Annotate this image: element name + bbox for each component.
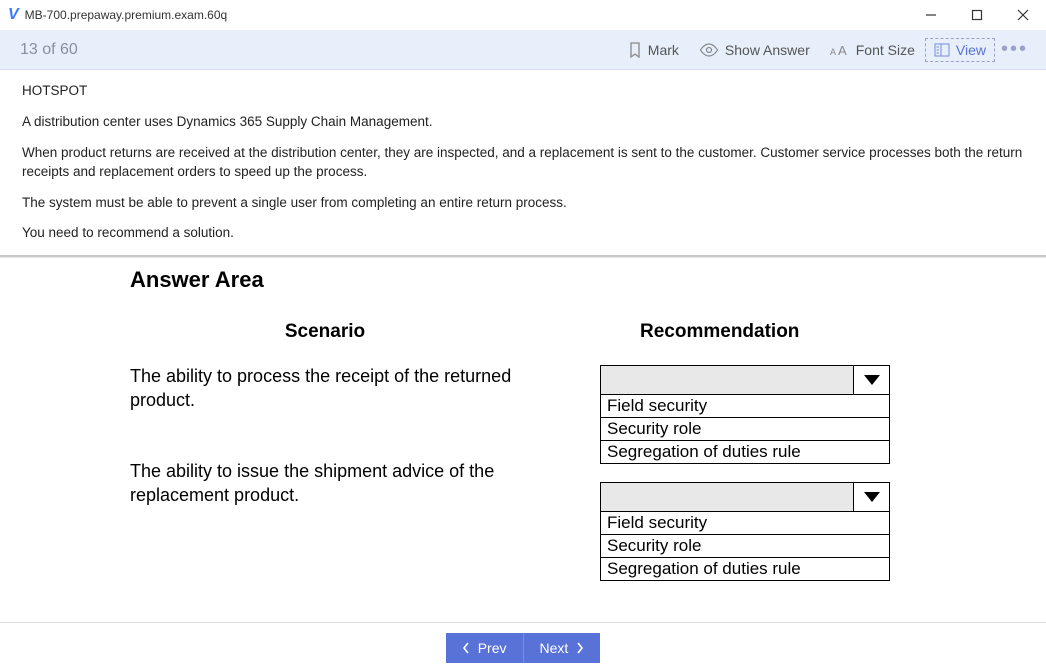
maximize-button[interactable] <box>954 0 1000 30</box>
content-area: HOTSPOT A distribution center uses Dynam… <box>0 70 1046 622</box>
recommendation-column-header: Recommendation <box>600 321 1024 343</box>
dropdown-options: Field security Security role Segregation… <box>600 395 890 464</box>
mark-button[interactable]: Mark <box>618 38 689 62</box>
dropdown-options: Field security Security role Segregation… <box>600 512 890 581</box>
scenario-column-header: Scenario <box>130 321 600 343</box>
app-icon: V <box>8 6 19 24</box>
font-size-button[interactable]: AA Font Size <box>820 38 925 62</box>
chevron-left-icon <box>462 642 470 654</box>
toolbar: 13 of 60 Mark Show Answer AA Font Size V… <box>0 30 1046 70</box>
view-label: View <box>956 42 986 58</box>
chevron-down-icon <box>863 374 881 386</box>
dropdown-select[interactable] <box>600 365 854 395</box>
question-p2: When product returns are received at the… <box>22 144 1024 182</box>
next-label: Next <box>540 640 569 656</box>
question-p3: The system must be able to prevent a sin… <box>22 194 1024 213</box>
mark-label: Mark <box>648 42 679 58</box>
recommendation-dropdown: Field security Security role Segregation… <box>600 365 890 464</box>
more-button[interactable]: ••• <box>995 38 1034 61</box>
question-p4: You need to recommend a solution. <box>22 224 1024 243</box>
dropdown-option[interactable]: Segregation of duties rule <box>601 558 889 580</box>
question-counter: 13 of 60 <box>20 41 618 59</box>
bookmark-icon <box>628 42 642 58</box>
window-controls <box>908 0 1046 30</box>
footer-nav: Prev Next <box>0 622 1046 672</box>
dropdown-arrow-button[interactable] <box>854 482 890 512</box>
recommendation-dropdown: Field security Security role Segregation… <box>600 482 890 581</box>
dropdown-arrow-button[interactable] <box>854 365 890 395</box>
dropdown-option[interactable]: Field security <box>601 395 889 418</box>
eye-icon <box>699 43 719 57</box>
chevron-right-icon <box>576 642 584 654</box>
view-icon <box>934 43 950 57</box>
dropdown-option[interactable]: Segregation of duties rule <box>601 441 889 463</box>
dropdown-option[interactable]: Security role <box>601 418 889 441</box>
window-title: MB-700.prepaway.premium.exam.60q <box>25 8 908 22</box>
svg-text:A: A <box>838 43 847 57</box>
dropdown-option[interactable]: Field security <box>601 512 889 535</box>
view-button[interactable]: View <box>925 38 995 62</box>
prev-button[interactable]: Prev <box>446 633 524 663</box>
scenario-text: The ability to issue the shipment advice… <box>130 460 600 507</box>
answer-area: Answer Area Scenario The ability to proc… <box>0 257 1046 581</box>
dropdown-select[interactable] <box>600 482 854 512</box>
scenario-text: The ability to process the receipt of th… <box>130 365 600 412</box>
answer-heading: Answer Area <box>130 267 1024 293</box>
svg-text:A: A <box>830 47 836 57</box>
chevron-down-icon <box>863 491 881 503</box>
show-answer-label: Show Answer <box>725 42 810 58</box>
title-bar: V MB-700.prepaway.premium.exam.60q <box>0 0 1046 30</box>
show-answer-button[interactable]: Show Answer <box>689 38 820 62</box>
font-size-icon: AA <box>830 43 850 57</box>
prev-label: Prev <box>478 640 507 656</box>
font-size-label: Font Size <box>856 42 915 58</box>
next-button[interactable]: Next <box>524 633 601 663</box>
question-text: HOTSPOT A distribution center uses Dynam… <box>0 70 1046 255</box>
question-type: HOTSPOT <box>22 82 1024 101</box>
minimize-button[interactable] <box>908 0 954 30</box>
close-button[interactable] <box>1000 0 1046 30</box>
dropdown-option[interactable]: Security role <box>601 535 889 558</box>
question-p1: A distribution center uses Dynamics 365 … <box>22 113 1024 132</box>
